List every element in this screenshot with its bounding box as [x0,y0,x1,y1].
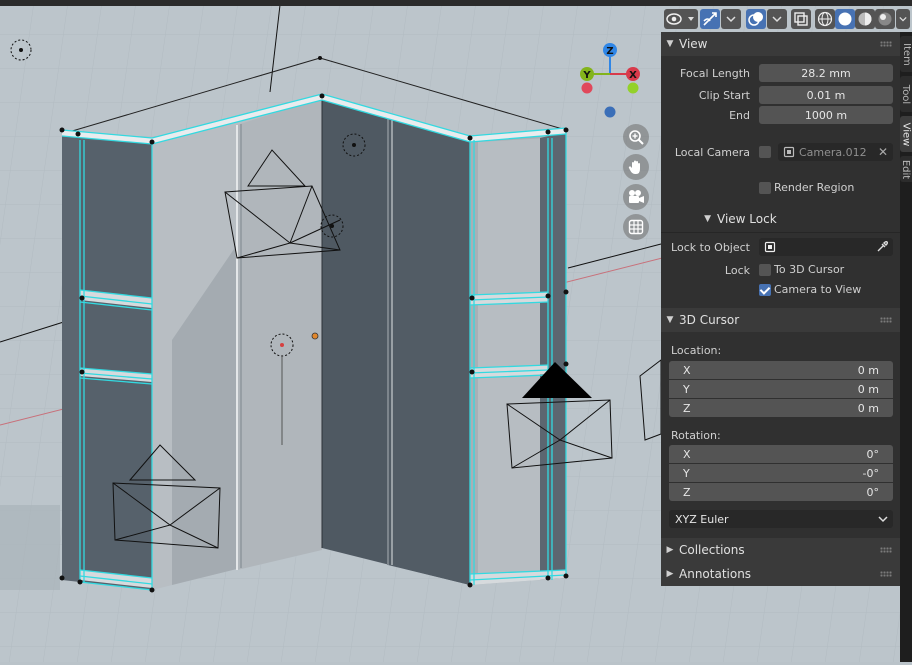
collections-title: Collections [679,543,745,557]
ortho-grid-icon[interactable] [623,214,649,240]
object-data-icon [764,241,776,253]
location-x-value: 0 m [857,363,879,377]
camera-view-icon[interactable] [623,184,649,210]
wireframe-shading-icon[interactable] [815,9,835,29]
lock-to-object-label: Lock to Object [671,241,750,254]
tab-tool[interactable]: Tool [900,76,912,112]
local-camera-field[interactable]: Camera.012 ✕ [778,143,893,161]
solid-shading-icon[interactable] [835,9,855,29]
focal-length-field[interactable]: 28.2 mm [759,64,893,82]
view-lock-title: View Lock [717,212,777,226]
3d-cursor-icon [280,343,284,347]
render-region-label: Render Region [774,181,855,194]
rotation-x-value: 0° [866,447,880,461]
rotation-y-field[interactable]: Y -0° [669,464,893,482]
tab-view[interactable]: View [900,116,912,152]
clip-start-field[interactable]: 0.01 m [759,86,893,104]
rotation-mode-select[interactable]: XYZ Euler [669,510,893,528]
clip-start-label: Clip Start [698,89,750,102]
origin-point [311,332,319,340]
rotation-label: Rotation: [671,429,721,442]
local-camera-label: Local Camera [674,146,750,159]
rotation-y-value: -0° [862,466,879,480]
gizmo-icon[interactable] [700,9,720,29]
local-camera-value: Camera.012 [799,145,867,159]
3d-cursor-title: 3D Cursor [679,313,740,327]
axis-label: X [683,363,691,377]
expanded-arrow-icon: ▼ [666,39,674,49]
gizmo-y-label: Y [582,70,591,81]
annotations-title: Annotations [679,567,752,581]
top-strip [0,0,912,6]
view-panel-title: View [679,37,708,51]
chevron-down-icon [878,516,888,523]
overlays-dropdown-icon[interactable] [767,9,787,29]
axis-label: Z [683,401,691,415]
rotation-x-field[interactable]: X 0° [669,445,893,463]
clip-end-label: End [729,109,750,122]
camera-data-icon [783,146,795,158]
xray-icon[interactable] [791,9,811,29]
tab-item[interactable]: Item [900,36,912,72]
lock-to-object-field[interactable] [759,238,893,256]
render-region-checkbox[interactable] [759,182,771,194]
location-y-field[interactable]: Y 0 m [669,380,893,398]
drag-grip-icon[interactable] [880,547,892,553]
gizmo-x-label: X [629,70,637,81]
axis-label: X [683,447,691,461]
pan-hand-icon[interactable] [623,154,649,180]
collections-header[interactable]: ▶ Collections [661,538,900,562]
collapsed-arrow-icon: ▶ [666,569,674,579]
location-z-field[interactable]: Z 0 m [669,399,893,417]
gizmo-dropdown-icon[interactable] [721,9,741,29]
location-x-field[interactable]: X 0 m [669,361,893,379]
view-lock-header[interactable]: ▼ View Lock [661,207,900,231]
view-panel-header[interactable]: ▼ View [661,32,900,56]
focal-length-label: Focal Length [680,67,750,80]
collapsed-arrow-icon: ▶ [666,545,674,555]
rotation-mode-value: XYZ Euler [675,512,729,526]
axis-label: Y [683,466,690,480]
sidebar-tabs: Item Tool View Edit [900,32,912,662]
to-3d-cursor-label: To 3D Cursor [774,263,845,276]
drag-grip-icon[interactable] [880,571,892,577]
gizmo-neg-x [581,82,593,94]
zoom-icon[interactable] [623,124,649,150]
location-label: Location: [671,344,722,357]
axis-label: Y [683,382,690,396]
camera-to-view-label: Camera to View [774,283,862,296]
local-camera-checkbox[interactable] [759,146,771,158]
drag-grip-icon[interactable] [880,317,892,323]
gizmo-z-label: Z [606,46,613,57]
material-preview-icon[interactable] [855,9,875,29]
view-object-types-icon[interactable] [664,9,698,29]
expanded-arrow-icon: ▼ [704,214,711,224]
expanded-arrow-icon: ▼ [666,315,674,325]
clear-icon[interactable]: ✕ [878,145,888,159]
navigation-gizmo[interactable]: Z X Y [575,40,655,120]
shading-dropdown-icon[interactable] [896,9,910,29]
rendered-shading-icon[interactable] [875,9,895,29]
rotation-z-field[interactable]: Z 0° [669,483,893,501]
axis-label: Z [683,485,691,499]
camera-to-view-checkbox[interactable] [759,284,771,296]
lock-label: Lock [724,264,750,277]
rotation-z-value: 0° [866,485,880,499]
location-z-value: 0 m [857,401,879,415]
sidebar-panel: ▼ View Focal Length 28.2 mm Clip Start 0… [661,32,900,586]
eyedropper-icon[interactable] [876,241,888,253]
clip-end-field[interactable]: 1000 m [759,106,893,124]
location-y-value: 0 m [857,382,879,396]
gizmo-neg-y [627,82,639,94]
to-3d-cursor-checkbox[interactable] [759,264,771,276]
drag-grip-icon[interactable] [880,41,892,47]
overlays-icon[interactable] [746,9,766,29]
tab-edit[interactable]: Edit [900,156,912,182]
3d-cursor-header[interactable]: ▼ 3D Cursor [661,308,900,332]
cabinet-mesh [62,94,566,590]
gizmo-neg-z [604,106,616,118]
annotations-header[interactable]: ▶ Annotations [661,562,900,586]
